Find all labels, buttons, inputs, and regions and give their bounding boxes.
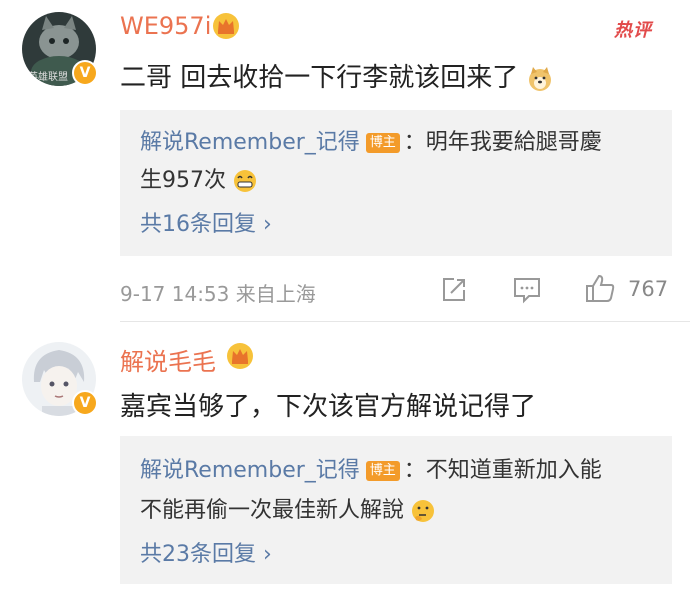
more-replies-link[interactable]: 共23条回复 ›: [140, 536, 272, 568]
reply-text-part2: 不能再偷一次最佳新人解說: [140, 498, 405, 523]
share-icon[interactable]: [440, 276, 468, 304]
more-replies-link[interactable]: 共16条回复 ›: [140, 206, 272, 238]
reply-author[interactable]: 解说Remember_记得: [140, 130, 360, 155]
divider: [120, 321, 690, 322]
avatar-caption: 英雄联盟: [28, 72, 68, 83]
verified-badge: V: [72, 60, 98, 86]
author-tag: 博主: [365, 461, 400, 481]
reply-text-part2: 生957次: [140, 168, 226, 193]
grin-emoji-icon: [234, 170, 256, 192]
reply-line-2: 不能再偷一次最佳新人解說: [140, 492, 435, 524]
reply-box[interactable]: 解说Remember_记得 博主 ：不知道重新加入能 不能再偷一次最佳新人解說 共2…: [120, 436, 672, 584]
thinking-emoji-icon: [412, 500, 435, 522]
comment-username[interactable]: 解说毛毛: [120, 342, 216, 377]
reply-text-part1: ：明年我要給腿哥慶: [403, 130, 602, 155]
comment-username[interactable]: WE957i: [120, 12, 211, 40]
comment-text-content: 二哥 回去收拾一下行李就该回来了: [120, 63, 519, 93]
comment-icon[interactable]: [512, 276, 542, 304]
like-count: 767: [628, 277, 669, 301]
comment-text: 二哥 回去收拾一下行李就该回来了: [120, 57, 553, 94]
crown-icon: [227, 343, 253, 369]
comment-meta: 9-17 14:53 来自上海: [120, 282, 316, 306]
reply-line-1: 解说Remember_记得 博主 ：不知道重新加入能: [140, 452, 602, 484]
reply-text-part1: ：不知道重新加入能: [403, 458, 602, 483]
like-icon[interactable]: [584, 272, 616, 304]
author-tag: 博主: [365, 133, 400, 153]
hot-comment-label: 热评: [614, 20, 652, 41]
reply-author[interactable]: 解说Remember_记得: [140, 458, 360, 483]
doge-emoji-icon: [528, 66, 551, 91]
reply-line-2: 生957次: [140, 162, 257, 194]
crown-icon: [213, 13, 239, 39]
comment-text: 嘉宾当够了，下次该官方解说记得了: [120, 392, 537, 422]
reply-box[interactable]: 解说Remember_记得 博主 ：明年我要給腿哥慶 生957次 共16条回复 ›: [120, 110, 672, 256]
verified-badge: V: [72, 390, 98, 416]
reply-line-1: 解说Remember_记得 博主 ：明年我要給腿哥慶: [140, 124, 602, 156]
